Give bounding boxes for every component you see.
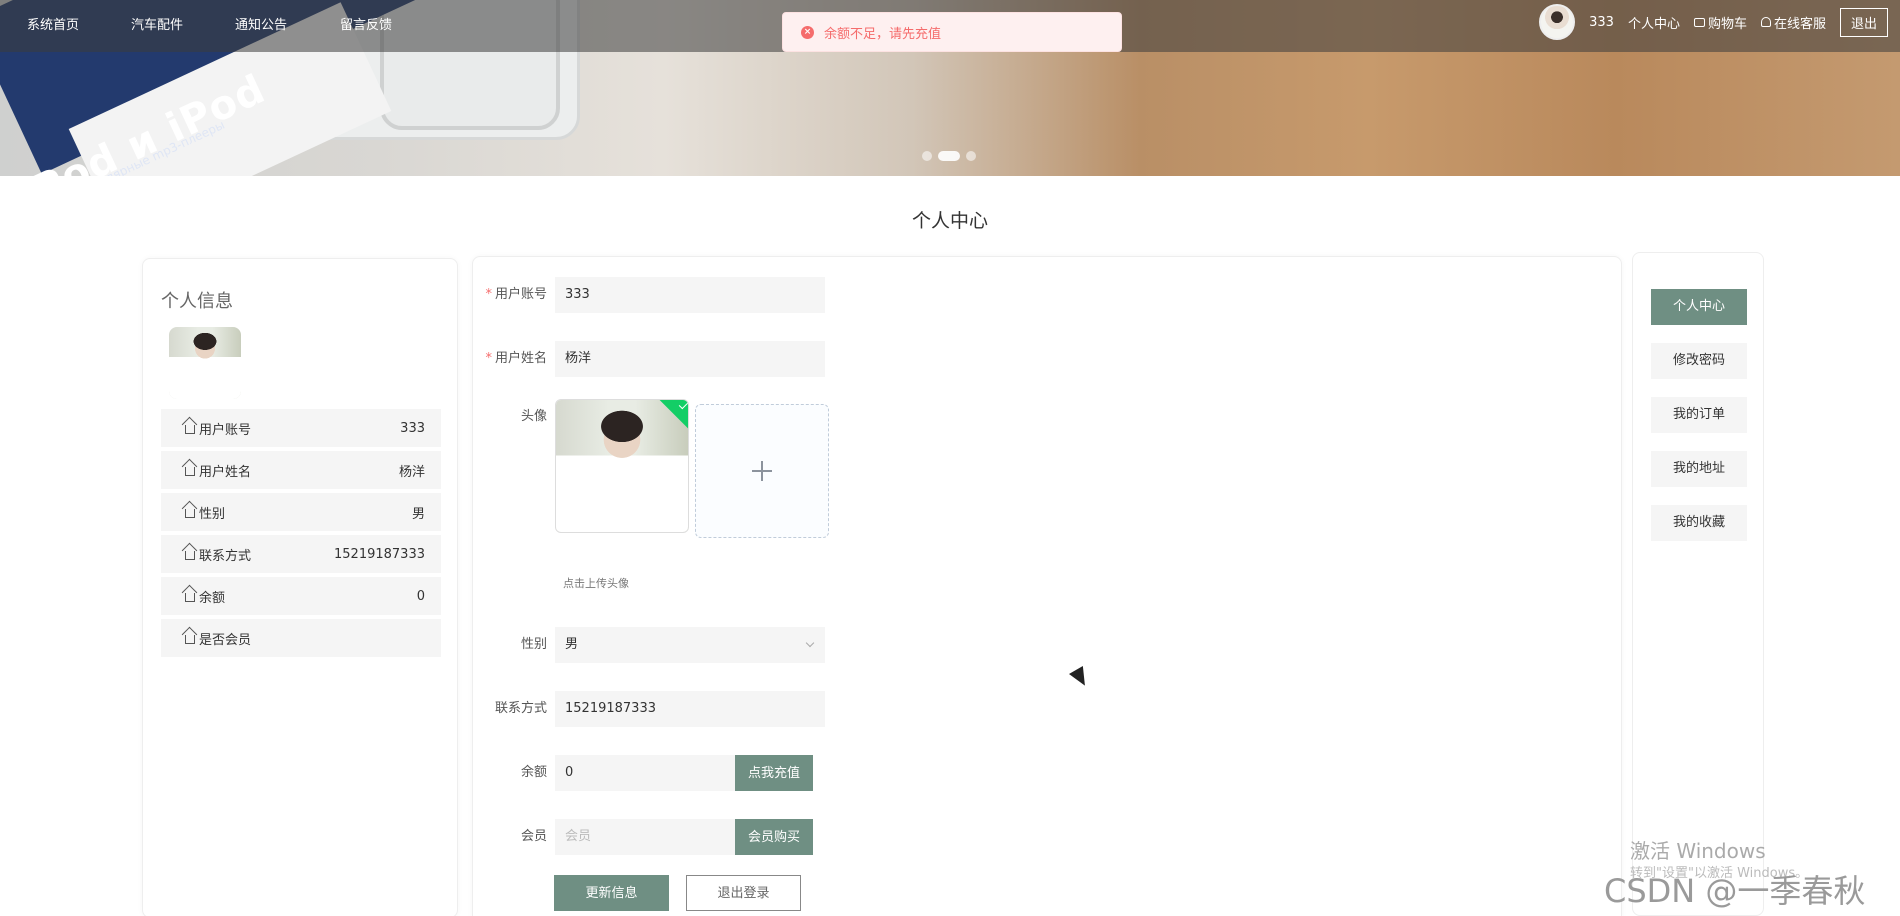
form-row-member: 会员 会员 会员购买 xyxy=(473,819,813,855)
profile-summary-title: 个人信息 xyxy=(161,291,233,312)
profile-summary-panel: 个人信息 用户账号 333 用户姓名 杨洋 性别 男 联系方式 15219187… xyxy=(142,258,458,916)
buy-member-button[interactable]: 会员购买 xyxy=(735,819,813,855)
recharge-button[interactable]: 点我充值 xyxy=(735,755,813,791)
name-label: 用户姓名 xyxy=(494,351,547,366)
windows-activation-watermark: 激活 Windows xyxy=(1630,839,1766,863)
gender-label: 性别 xyxy=(520,637,547,652)
menu-my-orders[interactable]: 我的订单 xyxy=(1651,397,1747,433)
update-info-button[interactable]: 更新信息 xyxy=(554,875,669,911)
menu-change-password[interactable]: 修改密码 xyxy=(1651,343,1747,379)
menu-my-addresses[interactable]: 我的地址 xyxy=(1651,451,1747,487)
home-icon xyxy=(185,425,195,434)
phone-label: 联系方式 xyxy=(494,701,547,716)
balance-input[interactable]: 0 xyxy=(555,755,735,791)
required-mark: * xyxy=(485,287,492,302)
member-placeholder: 会员 xyxy=(565,829,592,844)
upload-hint: 点击上传头像 xyxy=(563,577,629,590)
profile-form-panel: * 用户账号 333 * 用户姓名 杨洋 头像 点击上传头像 性别 男 联系方式… xyxy=(472,256,1622,916)
carousel-dot[interactable] xyxy=(966,151,976,161)
balance-label: 余额 xyxy=(520,765,547,780)
form-row-balance: 余额 0 点我充值 xyxy=(473,755,813,791)
carousel-indicators xyxy=(922,151,976,161)
info-row-account: 用户账号 333 xyxy=(161,409,441,449)
user-name[interactable]: 333 xyxy=(1589,15,1614,30)
home-icon xyxy=(185,593,195,602)
form-row-avatar: 头像 xyxy=(473,399,829,538)
page-title: 个人中心 xyxy=(911,210,988,232)
home-icon xyxy=(185,509,195,518)
account-label: 用户账号 xyxy=(494,287,547,302)
info-value: 0 xyxy=(416,588,425,604)
info-row-member: 是否会员 xyxy=(161,619,441,659)
info-label: 余额 xyxy=(199,590,226,606)
toast-message: 余额不足，请先充值 xyxy=(824,26,942,42)
csdn-watermark: CSDN @一季春秋 xyxy=(1604,872,1866,910)
menu-personal-center[interactable]: 个人中心 xyxy=(1651,289,1747,325)
home-icon xyxy=(185,635,195,644)
info-label: 联系方式 xyxy=(199,548,252,564)
info-label: 是否会员 xyxy=(199,632,252,648)
service-icon xyxy=(1760,17,1771,27)
info-value: 男 xyxy=(411,506,425,522)
error-toast: × 余额不足，请先充值 xyxy=(782,12,1122,52)
chevron-down-icon xyxy=(805,638,815,648)
form-row-account: * 用户账号 333 xyxy=(473,277,825,313)
profile-info-list: 用户账号 333 用户姓名 杨洋 性别 男 联系方式 15219187333 余… xyxy=(161,409,441,661)
info-label: 用户账号 xyxy=(199,422,252,438)
right-menu-panel: 个人中心 修改密码 我的订单 我的地址 我的收藏 xyxy=(1632,252,1764,916)
info-row-balance: 余额 0 xyxy=(161,577,441,617)
nav-cart-label: 购物车 xyxy=(1707,16,1747,32)
form-row-phone: 联系方式 15219187333 xyxy=(473,691,825,727)
carousel-dot[interactable] xyxy=(922,151,932,161)
info-label: 性别 xyxy=(199,506,226,522)
home-icon xyxy=(185,467,195,476)
avatar-label: 头像 xyxy=(520,409,547,424)
cart-icon xyxy=(1693,17,1705,27)
uploaded-avatar-thumbnail[interactable] xyxy=(555,399,689,533)
nav-cart[interactable]: 购物车 xyxy=(1693,13,1747,32)
user-avatar[interactable] xyxy=(1539,4,1576,40)
required-mark: * xyxy=(485,351,492,366)
carousel-dot-active[interactable] xyxy=(938,151,960,161)
profile-avatar-image xyxy=(169,327,241,399)
account-input[interactable]: 333 xyxy=(555,277,825,313)
phone-input[interactable]: 15219187333 xyxy=(555,691,825,727)
nav-online-service[interactable]: 在线客服 xyxy=(1760,13,1826,32)
info-row-phone: 联系方式 15219187333 xyxy=(161,535,441,575)
nav-link-home[interactable]: 系统首页 xyxy=(27,14,79,33)
nav-link-feedback[interactable]: 留言反馈 xyxy=(340,14,392,33)
member-label: 会员 xyxy=(520,829,547,844)
form-row-gender: 性别 男 xyxy=(473,627,825,663)
info-row-gender: 性别 男 xyxy=(161,493,441,533)
user-area: 333 个人中心 购物车 在线客服 退出 xyxy=(1539,4,1888,40)
menu-my-favorites[interactable]: 我的收藏 xyxy=(1651,505,1747,541)
info-value: 15219187333 xyxy=(334,546,425,562)
plus-icon xyxy=(752,461,772,481)
gender-select[interactable]: 男 xyxy=(555,627,825,663)
form-row-name: * 用户姓名 杨洋 xyxy=(473,341,825,377)
member-input[interactable]: 会员 xyxy=(555,819,735,855)
error-icon: × xyxy=(801,25,814,39)
info-value: 333 xyxy=(400,420,425,436)
nav-link-car-parts[interactable]: 汽车配件 xyxy=(131,14,183,33)
nav-logout-button[interactable]: 退出 xyxy=(1839,7,1888,37)
page-root: iPod и iPod самые популярные mp3-плееры … xyxy=(0,0,1900,916)
info-label: 用户姓名 xyxy=(199,464,252,480)
nav-service-label: 在线客服 xyxy=(1773,16,1826,32)
info-row-name: 用户姓名 杨洋 xyxy=(161,451,441,491)
avatar-upload-button[interactable] xyxy=(695,404,829,538)
home-icon xyxy=(185,551,195,560)
nav-personal-center[interactable]: 个人中心 xyxy=(1628,13,1680,32)
info-value: 杨洋 xyxy=(398,464,425,480)
gender-value: 男 xyxy=(565,637,579,652)
name-input[interactable]: 杨洋 xyxy=(555,341,825,377)
nav-link-notices[interactable]: 通知公告 xyxy=(235,14,287,33)
logout-button[interactable]: 退出登录 xyxy=(686,875,801,911)
